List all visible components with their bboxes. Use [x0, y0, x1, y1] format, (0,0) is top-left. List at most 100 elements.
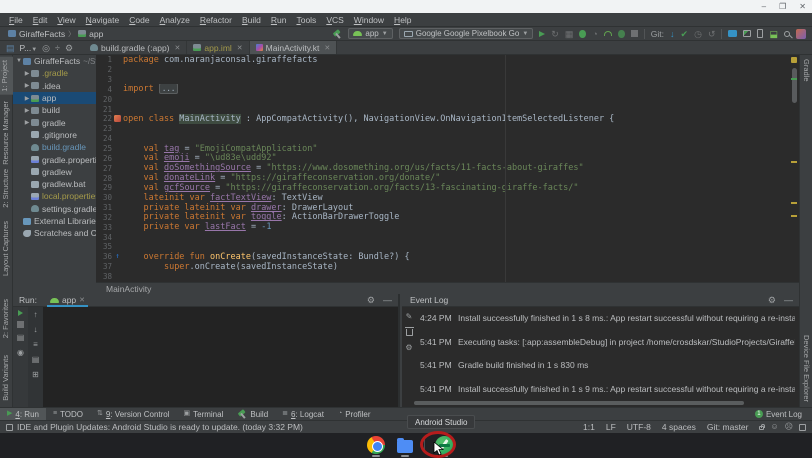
event-log-badge[interactable]: 1Event Log [755, 410, 812, 419]
caret-position[interactable]: 1:1 [583, 422, 595, 432]
menu-file[interactable]: File [4, 15, 28, 25]
close-icon[interactable]: ✕ [324, 44, 330, 52]
chrome-shortcut[interactable] [366, 435, 386, 455]
files-app-shortcut[interactable] [395, 435, 415, 455]
menu-run[interactable]: Run [266, 15, 292, 25]
collapse-all-icon[interactable]: ÷ [55, 43, 60, 53]
tree-item-build[interactable]: ▶build [13, 104, 96, 116]
git-commit-icon[interactable]: ✔ [681, 29, 689, 39]
tab-app-iml[interactable]: app.iml✕ [187, 41, 249, 54]
menu-window[interactable]: Window [349, 15, 389, 25]
tree-expand-arrow[interactable]: ▶ [23, 82, 31, 89]
menu-build[interactable]: Build [237, 15, 266, 25]
build-hammer-icon[interactable] [332, 29, 342, 39]
sidebar-item-resource-manager[interactable]: Resource Manager [1, 101, 10, 165]
event-log-list[interactable]: 4:24 PMInstall successfully finished in … [416, 307, 799, 407]
tree-expand-arrow[interactable]: ▶ [23, 95, 31, 102]
tree-item-gradlew-bat[interactable]: gradlew.bat [13, 178, 96, 190]
pin-icon[interactable]: ◉ [17, 348, 24, 358]
menu-analyze[interactable]: Analyze [155, 15, 195, 25]
run-tab-app[interactable]: app ✕ [45, 294, 90, 307]
sidebar-item-layout-captures[interactable]: Layout Captures [1, 221, 10, 276]
up-stack-icon[interactable]: ↑ [34, 310, 38, 320]
toolwindow-4-run[interactable]: ▶4: Run [0, 408, 46, 421]
sidebar-item-device-file-explorer[interactable]: Device File Explorer [802, 335, 811, 402]
menu-edit[interactable]: Edit [28, 15, 53, 25]
coverage-icon[interactable]: ◔ [592, 29, 597, 39]
run-config-selector[interactable]: app ▼ [348, 28, 392, 39]
menu-navigate[interactable]: Navigate [81, 15, 125, 25]
android-class-marker-icon[interactable] [114, 115, 121, 122]
file-encoding[interactable]: UTF-8 [627, 422, 651, 432]
event-log-entry[interactable]: 5:41 PMExecuting tasks: [:app:assembleDe… [420, 337, 795, 361]
menu-help[interactable]: Help [389, 15, 416, 25]
attach-debugger-icon[interactable] [618, 30, 625, 38]
menu-tools[interactable]: Tools [291, 15, 321, 25]
hide-panel-icon[interactable]: — [784, 295, 793, 306]
close-icon[interactable]: ✕ [79, 296, 85, 304]
tree-item--gradle[interactable]: ▶.gradle [13, 67, 96, 79]
tree-item-settings-gradle[interactable]: settings.gradle [13, 203, 96, 215]
tree-expand-arrow[interactable]: ▶ [23, 119, 31, 126]
layout-inspector-icon[interactable] [743, 30, 751, 37]
git-update-icon[interactable]: ↓ [670, 29, 675, 39]
breadcrumb-class[interactable]: MainActivity [106, 284, 151, 294]
stop-button[interactable] [631, 30, 638, 37]
override-marker-icon[interactable]: ↑ [115, 253, 119, 260]
tree-item-gradle-properties[interactable]: gradle.properties [13, 153, 96, 165]
sidebar-item-build-variants[interactable]: Build Variants [1, 355, 10, 401]
settings-gear-icon[interactable]: ⚙ [65, 43, 73, 53]
settings-wrench-icon[interactable]: ⚙ [405, 343, 412, 353]
down-stack-icon[interactable]: ↓ [34, 325, 38, 335]
menu-view[interactable]: View [52, 15, 80, 25]
print-icon[interactable]: ⊞ [32, 370, 39, 380]
tab-mainactivity-kt[interactable]: MainActivity.kt✕ [250, 41, 338, 54]
toolwindow-profiler[interactable]: ◔Profiler [331, 408, 378, 421]
horizontal-scrollbar[interactable] [414, 401, 744, 405]
edit-icon[interactable]: ✎ [406, 312, 413, 322]
layout-icon[interactable]: ▤ [17, 333, 25, 343]
locate-file-icon[interactable]: ◎ [42, 43, 50, 53]
tree-item-scratches-and-consoles[interactable]: Scratches and Consoles [13, 227, 96, 239]
menu-refactor[interactable]: Refactor [195, 15, 237, 25]
line-ending[interactable]: LF [606, 422, 616, 432]
tree-item-local-properties[interactable]: local.properties [13, 190, 96, 202]
code-editor[interactable]: 1package com.naranjaconsal.giraffefacts2… [96, 55, 799, 282]
device-file-explorer-icon[interactable] [728, 30, 737, 37]
apply-code-changes-icon[interactable]: ▦ [565, 29, 574, 39]
tree-item-gradlew[interactable]: gradlew [13, 166, 96, 178]
tree-item-giraffefacts[interactable]: ▼GiraffeFacts~/StudioProjects/GiraffeFac… [13, 55, 96, 67]
sidebar-item-2-structure[interactable]: 2: Structure [1, 169, 10, 208]
project-view-selector[interactable]: P...▼ [20, 43, 38, 53]
status-message[interactable]: IDE and Plugin Updates: Android Studio i… [17, 422, 303, 432]
device-selector[interactable]: Google Google Pixelbook Go ▼ [399, 28, 534, 39]
restore-button[interactable]: ❐ [779, 0, 786, 13]
settings-gear-icon[interactable]: ⚙ [367, 295, 375, 306]
scroll-end-icon[interactable]: ▤ [32, 355, 40, 365]
close-button[interactable]: ✕ [799, 0, 806, 13]
tab-build-gradle-app-[interactable]: build.gradle (:app)✕ [84, 41, 187, 54]
editor-scrollbar[interactable] [790, 55, 798, 282]
toolwindow-terminal[interactable]: ▣Terminal [177, 408, 231, 421]
scrollbar-thumb[interactable] [792, 68, 797, 103]
tree-expand-arrow[interactable]: ▶ [23, 107, 31, 114]
rerun-button[interactable] [18, 310, 23, 316]
sidebar-item-1-project[interactable]: 1: Project [0, 57, 13, 95]
tree-item-external-libraries[interactable]: External Libraries [13, 215, 96, 227]
tree-item-build-gradle[interactable]: build.gradle [13, 141, 96, 153]
breadcrumb-project[interactable]: GiraffeFacts [8, 29, 65, 39]
run-console[interactable] [43, 307, 398, 407]
notification-icon[interactable] [6, 424, 13, 431]
toolwindow-todo[interactable]: ≡TODO [46, 408, 90, 421]
tree-item-app[interactable]: ▶app [13, 92, 96, 104]
minimize-button[interactable]: – [762, 0, 766, 13]
profile-avatar-icon[interactable] [796, 29, 806, 39]
menu-code[interactable]: Code [124, 15, 154, 25]
toolwindow-build[interactable]: Build [230, 408, 275, 421]
profiler-icon[interactable] [604, 31, 612, 36]
toolwindow-6-logcat[interactable]: ≣6: Logcat [275, 408, 331, 421]
debug-button[interactable] [579, 30, 586, 38]
tree-expand-arrow[interactable]: ▶ [23, 70, 31, 77]
soft-wrap-icon[interactable]: ≡ [33, 340, 38, 350]
feedback-sad-icon[interactable]: ☹ [785, 423, 793, 431]
